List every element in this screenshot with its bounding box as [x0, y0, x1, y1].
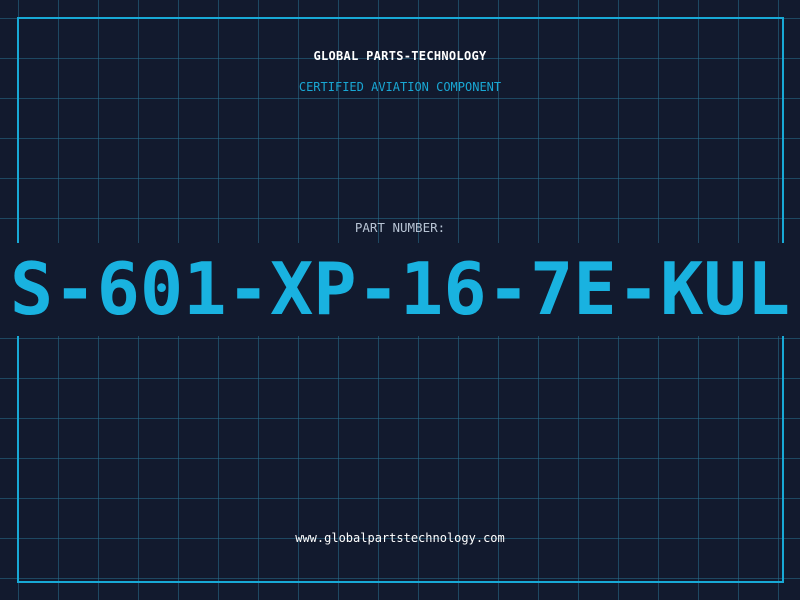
part-number-value: S-601-XP-16-7E-KUL — [9, 247, 791, 331]
part-number-label: PART NUMBER: — [354, 220, 446, 235]
website-url: www.globalpartstechnology.com — [295, 531, 505, 545]
part-label-card: GLOBAL PARTS-TECHNOLOGY CERTIFIED AVIATI… — [0, 0, 800, 600]
company-name: GLOBAL PARTS-TECHNOLOGY — [313, 49, 487, 63]
certification-subtitle: CERTIFIED AVIATION COMPONENT — [298, 80, 502, 94]
